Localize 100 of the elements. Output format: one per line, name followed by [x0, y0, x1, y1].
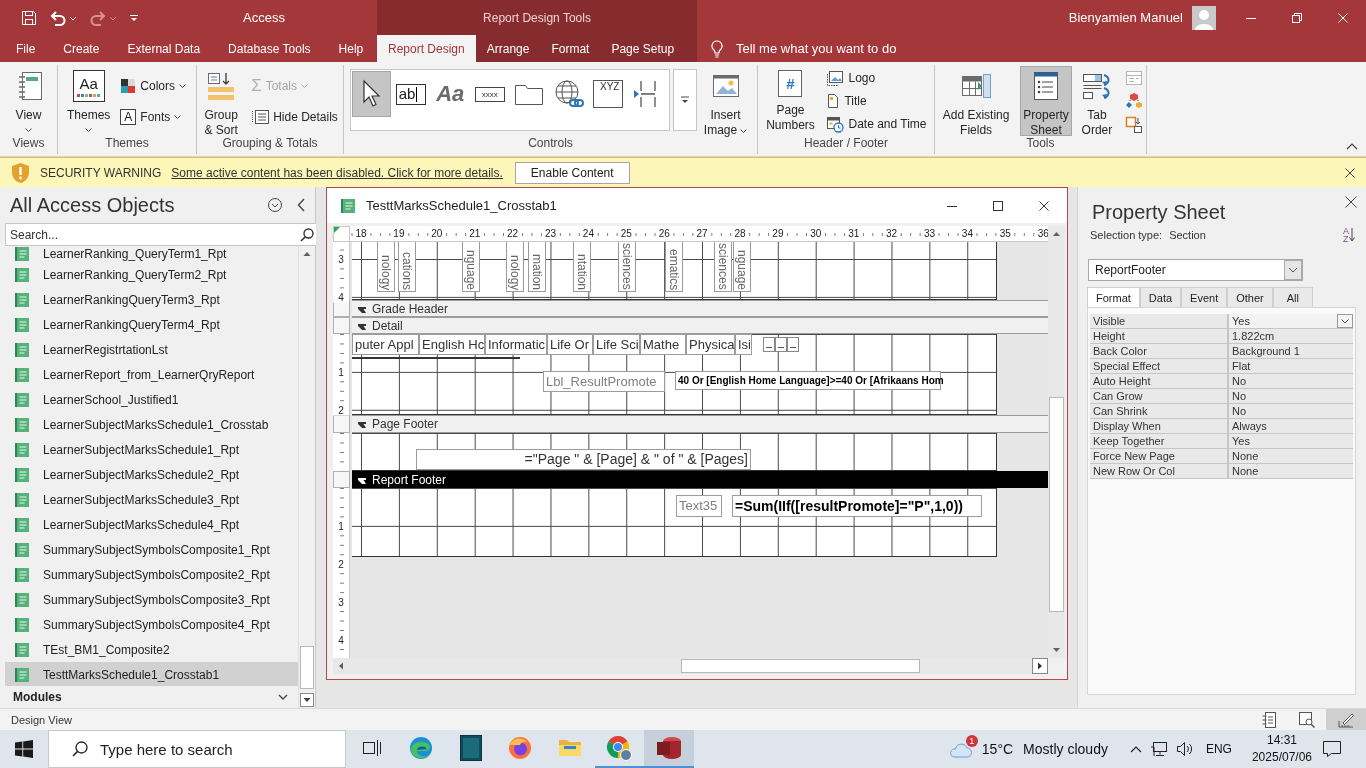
- windows-logo-icon[interactable]: [15, 740, 33, 758]
- nav-item[interactable]: LearnerSubjectMarksSchedule4_Rpt: [5, 512, 298, 537]
- chevron-left-icon[interactable]: [297, 198, 305, 212]
- colors-button[interactable]: Colors: [116, 74, 190, 97]
- property-value[interactable]: No: [1229, 404, 1353, 419]
- collapse-ribbon-icon[interactable]: [1346, 143, 1358, 150]
- nav-item[interactable]: LearnerRanking_QueryTerm2_Rpt: [5, 262, 298, 287]
- weather-condition[interactable]: Mostly cloudy: [1023, 741, 1108, 757]
- maximize-icon[interactable]: [993, 200, 1003, 211]
- ribbon-tab[interactable]: Database Tools: [214, 35, 325, 62]
- property-value[interactable]: None: [1229, 449, 1353, 464]
- button-tool-button[interactable]: xxxx: [470, 71, 510, 117]
- close-icon[interactable]: [1345, 196, 1357, 208]
- property-tab[interactable]: Data: [1139, 287, 1182, 307]
- text-box-tool-button[interactable]: ab: [391, 71, 431, 117]
- hide-details-button[interactable]: Hide Details: [247, 105, 342, 128]
- close-icon[interactable]: [1345, 167, 1355, 178]
- section-bar[interactable]: Report Footer: [352, 471, 1048, 488]
- clock-time[interactable]: 14:31: [1266, 732, 1297, 749]
- nav-item[interactable]: LearnerSubjectMarksSchedule2_Rpt: [5, 462, 298, 487]
- cloud-icon[interactable]: [947, 740, 972, 758]
- date-time-button[interactable]: Date and Time: [822, 113, 931, 135]
- page-numbers-button[interactable]: # Page Numbers: [761, 66, 820, 136]
- object-dropdown[interactable]: ReportFooter: [1088, 259, 1303, 281]
- property-value[interactable]: None: [1229, 464, 1353, 479]
- property-sheet-button[interactable]: Property Sheet: [1020, 66, 1072, 136]
- nav-item[interactable]: LearnerRegistrtationLst: [5, 337, 298, 362]
- nav-item[interactable]: TesttMarksSchedule1_Crosstab1: [5, 662, 298, 686]
- nav-item[interactable]: LearnerRanking_QueryTerm1_Rpt: [5, 246, 298, 262]
- network-icon[interactable]: [1149, 741, 1168, 757]
- group-sort-button[interactable]: Group & Sort: [198, 66, 245, 136]
- nav-item[interactable]: SummarySubjectSymbolsComposite1_Rpt: [5, 537, 298, 562]
- temperature-text[interactable]: 15°C: [981, 741, 1014, 757]
- chevron-up-icon[interactable]: [1129, 745, 1142, 753]
- property-value[interactable]: Background 1: [1229, 344, 1353, 359]
- search-icon[interactable]: [300, 227, 314, 242]
- ribbon-tab[interactable]: File: [2, 35, 50, 62]
- tab-order-button[interactable]: Tab Order: [1074, 66, 1119, 136]
- undo-icon[interactable]: [49, 9, 77, 26]
- horizontal-scrollbar[interactable]: [333, 658, 1048, 674]
- logo-button[interactable]: Logo: [822, 67, 931, 89]
- user-name[interactable]: Bienyamien Manuel: [1068, 10, 1183, 25]
- property-tab[interactable]: Event: [1181, 287, 1228, 307]
- section-bar[interactable]: Grade Header: [352, 300, 1048, 317]
- ribbon-tab[interactable]: Format: [540, 35, 601, 62]
- shapes-icon[interactable]: [1125, 92, 1143, 110]
- property-value[interactable]: Yes: [1229, 434, 1353, 449]
- dropdown-circle-icon[interactable]: [267, 197, 283, 213]
- nav-item[interactable]: TEst_BM1_Composite2: [5, 637, 298, 662]
- scroll-thumb[interactable]: [1049, 397, 1064, 612]
- property-tab[interactable]: Format: [1087, 287, 1140, 307]
- scroll-thumb[interactable]: [300, 646, 314, 689]
- ribbon-tab[interactable]: Help: [324, 35, 378, 62]
- clock-date[interactable]: 2025/07/06: [1251, 749, 1312, 766]
- customize-icon[interactable]: [129, 12, 139, 23]
- restore-icon[interactable]: [1292, 12, 1302, 23]
- title-button[interactable]: Title: [822, 90, 931, 112]
- nav-item[interactable]: SummarySubjectSymbolsComposite3_Rpt: [5, 587, 298, 612]
- details-link[interactable]: Some active content has been disabled. Click for more details.: [171, 165, 503, 180]
- nav-item[interactable]: LearnerSubjectMarksSchedule1_Crosstab: [5, 412, 298, 437]
- themes-button[interactable]: Aa Themes: [63, 66, 114, 136]
- pointer-tool-button[interactable]: [351, 71, 391, 117]
- ribbon-tab[interactable]: Page Setup: [600, 35, 686, 62]
- property-value[interactable]: Flat: [1229, 359, 1353, 374]
- vertical-scrollbar[interactable]: [298, 246, 315, 708]
- report-selector[interactable]: [333, 226, 350, 242]
- view-button[interactable]: View: [10, 66, 47, 136]
- enable-content-button[interactable]: Enable Content: [514, 161, 630, 184]
- section-bar[interactable]: Page Footer: [352, 415, 1048, 433]
- ribbon-tab[interactable]: External Data: [113, 35, 215, 62]
- ribbon-tab[interactable]: Report Design: [377, 35, 476, 62]
- avatar-icon[interactable]: [1192, 5, 1216, 30]
- property-value[interactable]: Yes: [1229, 314, 1353, 329]
- language-indicator[interactable]: ENG: [1205, 742, 1232, 756]
- save-icon[interactable]: [21, 9, 37, 26]
- speaker-icon[interactable]: [1175, 741, 1194, 757]
- nav-item[interactable]: SummarySubjectSymbolsComposite4_Rpt: [5, 612, 298, 637]
- nav-item[interactable]: LearnerRankingQueryTerm4_Rpt: [5, 312, 298, 337]
- nav-item[interactable]: LearnerReport_from_LearnerQryReport: [5, 362, 298, 387]
- taskbar-app-button[interactable]: [644, 730, 694, 768]
- option-group-tool-button[interactable]: XYZ: [588, 71, 628, 117]
- fonts-button[interactable]: A Fonts: [116, 105, 190, 128]
- nav-item[interactable]: LearnerSchool_Justified1: [5, 387, 298, 412]
- section-bar[interactable]: Detail: [352, 317, 1048, 334]
- vertical-scrollbar[interactable]: [1048, 226, 1065, 658]
- property-tab[interactable]: All: [1272, 287, 1313, 307]
- notification-icon[interactable]: [1322, 740, 1342, 758]
- nav-item[interactable]: LearnerSubjectMarksSchedule1_Rpt: [5, 437, 298, 462]
- property-tab[interactable]: Other: [1227, 287, 1273, 307]
- property-value[interactable]: No: [1229, 374, 1353, 389]
- nav-group-header[interactable]: Modules: [0, 686, 298, 708]
- insert-image-button[interactable]: Insert Image: [699, 66, 752, 136]
- convert-icon[interactable]: [1125, 115, 1143, 133]
- add-fields-button[interactable]: Add Existing Fields: [935, 66, 1018, 136]
- taskbar-search-field[interactable]: Type here to search: [48, 730, 346, 768]
- design-view-button[interactable]: [1326, 709, 1366, 730]
- label-tool-button[interactable]: Aa: [430, 71, 470, 117]
- scroll-thumb[interactable]: [681, 659, 920, 673]
- nav-item[interactable]: LearnerSubjectMarksSchedule3_Rpt: [5, 487, 298, 512]
- property-value[interactable]: 1.822cm: [1229, 329, 1353, 344]
